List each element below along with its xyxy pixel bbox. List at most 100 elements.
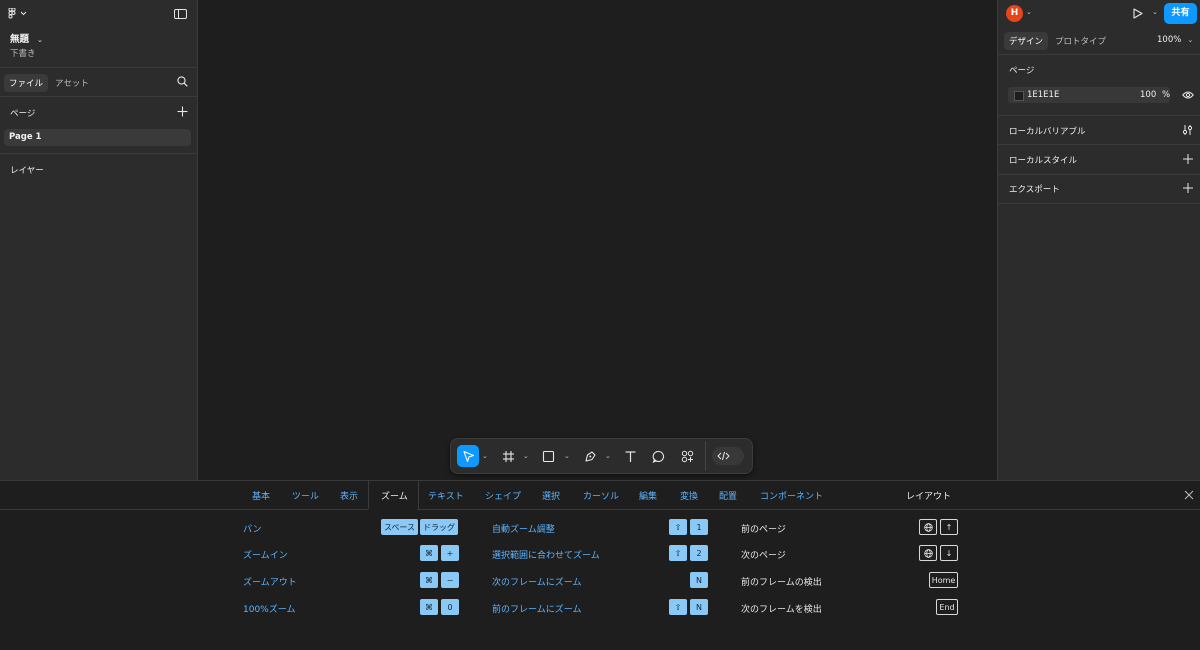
shortcut-label: ズームイン [243, 551, 288, 561]
local-variables-section[interactable]: ローカルバリアブル [1009, 125, 1086, 137]
chevron-down-icon[interactable]: ⌄ [605, 452, 611, 460]
left-sidebar: 無題 ⌄ 下書き ファイル アセット ページ Page 1 レイヤー [0, 0, 198, 480]
divider [998, 203, 1200, 204]
color-swatch[interactable] [1014, 91, 1024, 101]
bottom-toolbar: ⌄ ⌄ ⌄ ⌄ [450, 438, 753, 474]
sliders-icon[interactable] [1182, 124, 1193, 136]
figma-logo-icon[interactable] [8, 8, 28, 20]
pen-tool-button[interactable] [579, 445, 601, 467]
comment-tool-button[interactable] [647, 445, 669, 467]
text-icon [624, 450, 637, 463]
tab-cursor[interactable]: カーソル [583, 489, 619, 502]
shortcut-label: 前のフレームにズーム [492, 605, 582, 615]
zoom-level-value: 100% [1157, 35, 1182, 45]
shortcut-label: パン [243, 525, 262, 535]
tab-transform[interactable]: 変換 [680, 489, 698, 502]
key-badge: + [441, 545, 459, 561]
key-badge: ⇧ [669, 545, 687, 561]
tab-design[interactable]: デザイン [1004, 32, 1049, 50]
key-badge: 1 [690, 519, 708, 535]
avatar[interactable]: H [1006, 5, 1023, 22]
canvas[interactable] [198, 0, 997, 480]
export-section[interactable]: エクスポート [1009, 183, 1060, 195]
zoom-level-dropdown[interactable]: 100% ⌄ [1157, 35, 1193, 45]
pointer-icon [462, 450, 475, 463]
chevron-down-icon[interactable]: ⌄ [482, 452, 488, 460]
share-button[interactable]: 共有 [1164, 3, 1197, 24]
plus-icon[interactable] [1183, 154, 1193, 164]
code-icon [717, 450, 730, 462]
file-status: 下書き [10, 49, 36, 59]
move-tool-button[interactable] [457, 445, 479, 467]
frame-tool-button[interactable] [497, 445, 519, 467]
key-badge: 0 [441, 599, 459, 615]
shortcut-label: 次のページ [741, 551, 786, 561]
sidebar-toggle-icon[interactable] [174, 9, 187, 19]
key-badge: 2 [690, 545, 708, 561]
globe-key-badge [919, 545, 937, 561]
page-background-field[interactable]: 1E1E1E 100 % [1008, 87, 1170, 103]
key-badge: ⇧ [669, 599, 687, 615]
chevron-down-icon: ⌄ [1187, 36, 1194, 44]
tab-arrange[interactable]: 配置 [719, 489, 737, 502]
text-tool-button[interactable] [619, 445, 641, 467]
key-badge: ⌘ [420, 572, 438, 588]
add-page-icon[interactable] [177, 106, 188, 117]
plus-icon[interactable] [1183, 183, 1193, 193]
keyboard-shortcuts-panel: 基本 ツール 表示 ズーム テキスト シェイプ 選択 カーソル 編集 変換 配置… [0, 480, 1200, 650]
file-title[interactable]: 無題 ⌄ [10, 31, 43, 45]
color-hex-input[interactable]: 1E1E1E [1027, 90, 1059, 100]
tab-layout[interactable]: レイアウト [906, 489, 951, 502]
tab-file[interactable]: ファイル [4, 74, 49, 92]
page-item-page-1[interactable]: Page 1 [4, 129, 191, 146]
play-icon[interactable] [1132, 8, 1143, 19]
key-badge: End [936, 599, 958, 615]
chevron-down-icon[interactable]: ⌄ [523, 452, 529, 460]
shortcut-label: 前のページ [741, 525, 786, 535]
shape-tool-button[interactable] [537, 445, 559, 467]
local-styles-section[interactable]: ローカルスタイル [1009, 154, 1077, 166]
shortcut-label: 100%ズーム [243, 605, 296, 615]
globe-icon [923, 548, 933, 558]
shortcut-label: 次のフレームを検出 [741, 605, 822, 615]
tab-tools[interactable]: ツール [292, 489, 319, 502]
chevron-down-icon[interactable]: ⌄ [1026, 8, 1032, 16]
tab-text[interactable]: テキスト [428, 489, 464, 502]
page-item-label: Page 1 [9, 132, 42, 142]
key-badge: ⌘ [420, 599, 438, 615]
tab-assets[interactable]: アセット [55, 77, 89, 89]
tab-edit[interactable]: 編集 [639, 489, 657, 502]
search-icon[interactable] [177, 76, 188, 87]
tab-zoom[interactable]: ズーム [381, 489, 408, 502]
shortcut-label: 前のフレームの検出 [741, 578, 822, 588]
opacity-input[interactable]: 100 [1140, 90, 1156, 100]
shortcut-label: ズームアウト [243, 578, 297, 588]
tab-view[interactable]: 表示 [340, 489, 358, 502]
key-badge: ↑ [940, 519, 958, 535]
tab-basic[interactable]: 基本 [252, 489, 270, 502]
shortcut-label: 次のフレームにズーム [492, 578, 582, 588]
dev-mode-toggle[interactable] [712, 447, 744, 465]
pages-header: ページ [10, 109, 36, 119]
tab-shape[interactable]: シェイプ [485, 489, 521, 502]
divider [0, 509, 368, 510]
tab-prototype[interactable]: プロトタイプ [1055, 35, 1106, 47]
key-badge: N [690, 599, 708, 615]
tab-components[interactable]: コンポーネント [760, 489, 823, 502]
divider [0, 153, 197, 154]
actions-tool-button[interactable] [676, 445, 698, 467]
chevron-down-icon[interactable]: ⌄ [1152, 8, 1158, 16]
rectangle-icon [542, 450, 555, 463]
eye-icon[interactable] [1182, 90, 1194, 100]
key-badge: ⇧ [669, 519, 687, 535]
globe-key-badge [919, 519, 937, 535]
chevron-down-icon[interactable]: ⌄ [564, 452, 570, 460]
percent-label: % [1162, 90, 1171, 100]
close-icon[interactable] [1184, 490, 1194, 500]
divider [998, 144, 1200, 145]
divider [998, 54, 1200, 55]
shortcut-label: 自動ズーム調整 [492, 525, 555, 535]
tab-selection[interactable]: 選択 [542, 489, 560, 502]
layers-header: レイヤー [10, 166, 44, 176]
key-badge: − [441, 572, 459, 588]
